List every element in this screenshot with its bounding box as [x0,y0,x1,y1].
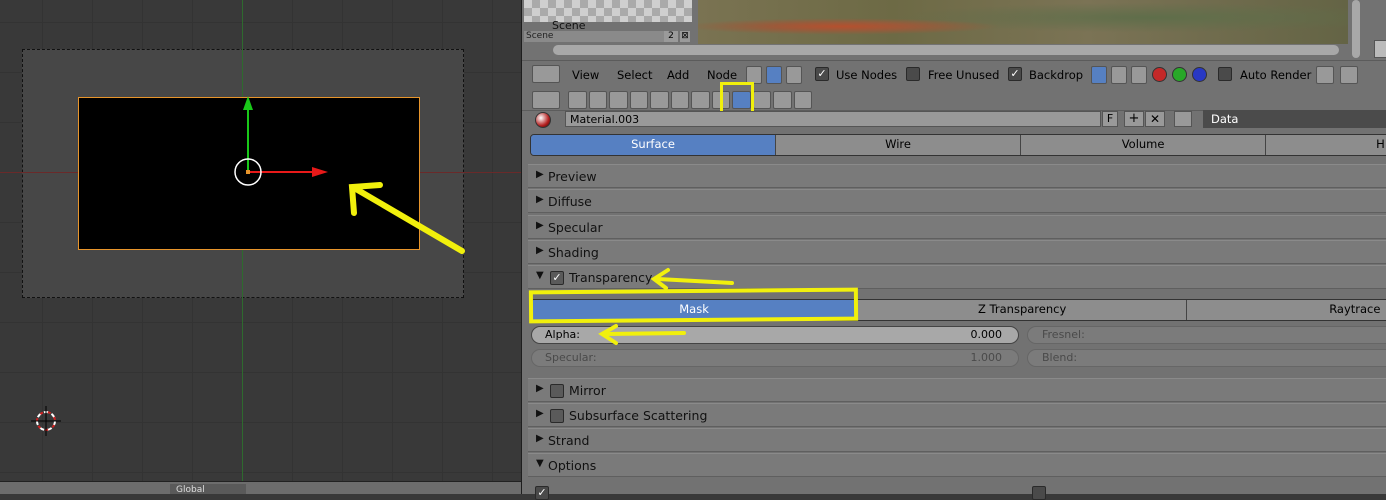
texture-icon[interactable] [752,91,771,109]
panel-title: Subsurface Scattering [569,408,708,423]
menu-node[interactable]: Node [707,68,737,82]
use-nodes-checkbox[interactable] [815,67,829,81]
link-data-dropdown[interactable]: Data [1203,110,1386,128]
render-layers-icon[interactable] [588,91,607,109]
panel-title: Diffuse [548,194,592,209]
tab-surface[interactable]: Surface [531,135,777,155]
backdrop-image [698,0,1348,44]
tab-halo[interactable]: H [1266,135,1386,155]
panel-options[interactable]: ▼ Options [528,453,1386,477]
browse-icon[interactable] [1174,111,1192,127]
side-region [1348,0,1386,60]
material-name-field[interactable]: Material.003 [565,111,1101,127]
3d-cursor-icon [31,406,61,436]
panel-specular[interactable]: ▶ Specular [528,215,1386,239]
free-unused-checkbox[interactable] [906,67,920,81]
panel-title: Options [548,458,597,473]
use-nodes-label: Use Nodes [836,68,898,82]
up-arrow-icon[interactable] [1340,66,1358,84]
auto-render-label: Auto Render [1240,68,1312,82]
vertical-scrollbar[interactable] [1352,0,1360,58]
transparency-checkbox[interactable] [550,271,564,285]
expand-triangle-icon: ▼ [536,270,544,281]
backdrop-label: Backdrop [1029,68,1084,82]
mask-highlight-box [528,287,859,324]
panel-title: Specular [548,220,603,235]
panel-title: Strand [548,433,590,448]
add-material-icon[interactable]: + [1124,111,1144,127]
render-icon[interactable] [568,91,587,109]
pin-icon[interactable] [1316,66,1334,84]
scene-field[interactable]: Scene [524,31,666,42]
modifiers-icon[interactable] [691,91,710,109]
world-icon[interactable] [629,91,648,109]
panel-preview[interactable]: ▶ Preview [528,164,1386,188]
mode-raytrace[interactable]: Raytrace [1187,300,1386,320]
panel-mirror[interactable]: ▶ Mirror [528,378,1386,402]
backdrop-alpha-icon[interactable] [1111,66,1127,84]
editor-type-icon[interactable] [532,91,560,109]
blend-label: Blend: [1042,351,1078,364]
object-icon[interactable] [650,91,669,109]
tab-wire[interactable]: Wire [776,135,1022,155]
scene-users-count: 2 [664,31,678,42]
panel-strand[interactable]: ▶ Strand [528,428,1386,452]
panel-title: Shading [548,245,599,260]
scene-thumbnail [524,0,692,22]
fresnel-label: Fresnel: [1042,328,1085,341]
orientation-dropdown[interactable]: Global [170,484,246,494]
panel-title: Preview [548,169,597,184]
panel-title: Mirror [569,383,606,398]
physics-icon[interactable] [793,91,812,109]
annotation-arrow-icon [598,324,686,345]
backdrop-rgb-icon[interactable] [1131,66,1147,84]
annotation-arrow-icon [650,268,734,290]
menu-view[interactable]: View [572,68,599,82]
material-sphere-icon[interactable] [535,112,551,128]
fake-user-button[interactable]: F [1102,111,1118,127]
checker-icon[interactable] [1374,40,1386,58]
context-tabs [568,91,812,109]
options-checkbox[interactable] [535,486,549,500]
fresnel-slider[interactable]: Fresnel: [1027,326,1386,344]
tab-volume[interactable]: Volume [1021,135,1267,155]
unlink-material-icon[interactable]: ✕ [1145,111,1165,127]
blend-slider[interactable]: Blend: [1027,349,1386,367]
scene-icon[interactable] [609,91,628,109]
auto-render-checkbox[interactable] [1218,67,1232,81]
specular-label: Specular: [545,351,597,364]
blue-channel-icon[interactable] [1192,67,1207,82]
annotation-arrow-icon [348,182,465,254]
constraints-icon[interactable] [670,91,689,109]
green-channel-icon[interactable] [1172,67,1187,82]
material-type-tabs: Surface Wire Volume H [530,134,1386,156]
mode-z-transparency[interactable]: Z Transparency [858,300,1188,320]
panel-diffuse[interactable]: ▶ Diffuse [528,189,1386,213]
options-checkbox[interactable] [1032,486,1046,500]
backdrop-checkbox[interactable] [1008,67,1022,81]
panel-shading[interactable]: ▶ Shading [528,240,1386,264]
menu-select[interactable]: Select [617,68,652,82]
red-channel-icon[interactable] [1152,67,1167,82]
3d-viewport[interactable]: Global [0,0,522,494]
alpha-label: Alpha: [545,328,580,341]
editor-type-icon[interactable] [532,65,560,83]
specular-slider[interactable]: Specular: 1.000 [531,349,1019,367]
panel-title: Transparency [569,270,653,285]
particles-icon[interactable] [773,91,792,109]
menu-add[interactable]: Add [667,68,689,82]
alpha-value: 0.000 [970,328,1003,341]
specular-value: 1.000 [970,351,1003,364]
options-body [528,477,1386,494]
composite-nodes-icon[interactable] [766,66,782,84]
viewport-header [0,481,522,494]
transform-manipulator[interactable] [220,90,340,200]
scene-close-icon[interactable]: ⊠ [680,31,690,42]
texture-nodes-icon[interactable] [786,66,802,84]
panel-subsurface-scattering[interactable]: ▶ Subsurface Scattering [528,403,1386,427]
horizontal-scrollbar[interactable] [553,45,1339,55]
backdrop-rgba-icon[interactable] [1091,66,1107,84]
free-unused-label: Free Unused [928,68,1000,82]
